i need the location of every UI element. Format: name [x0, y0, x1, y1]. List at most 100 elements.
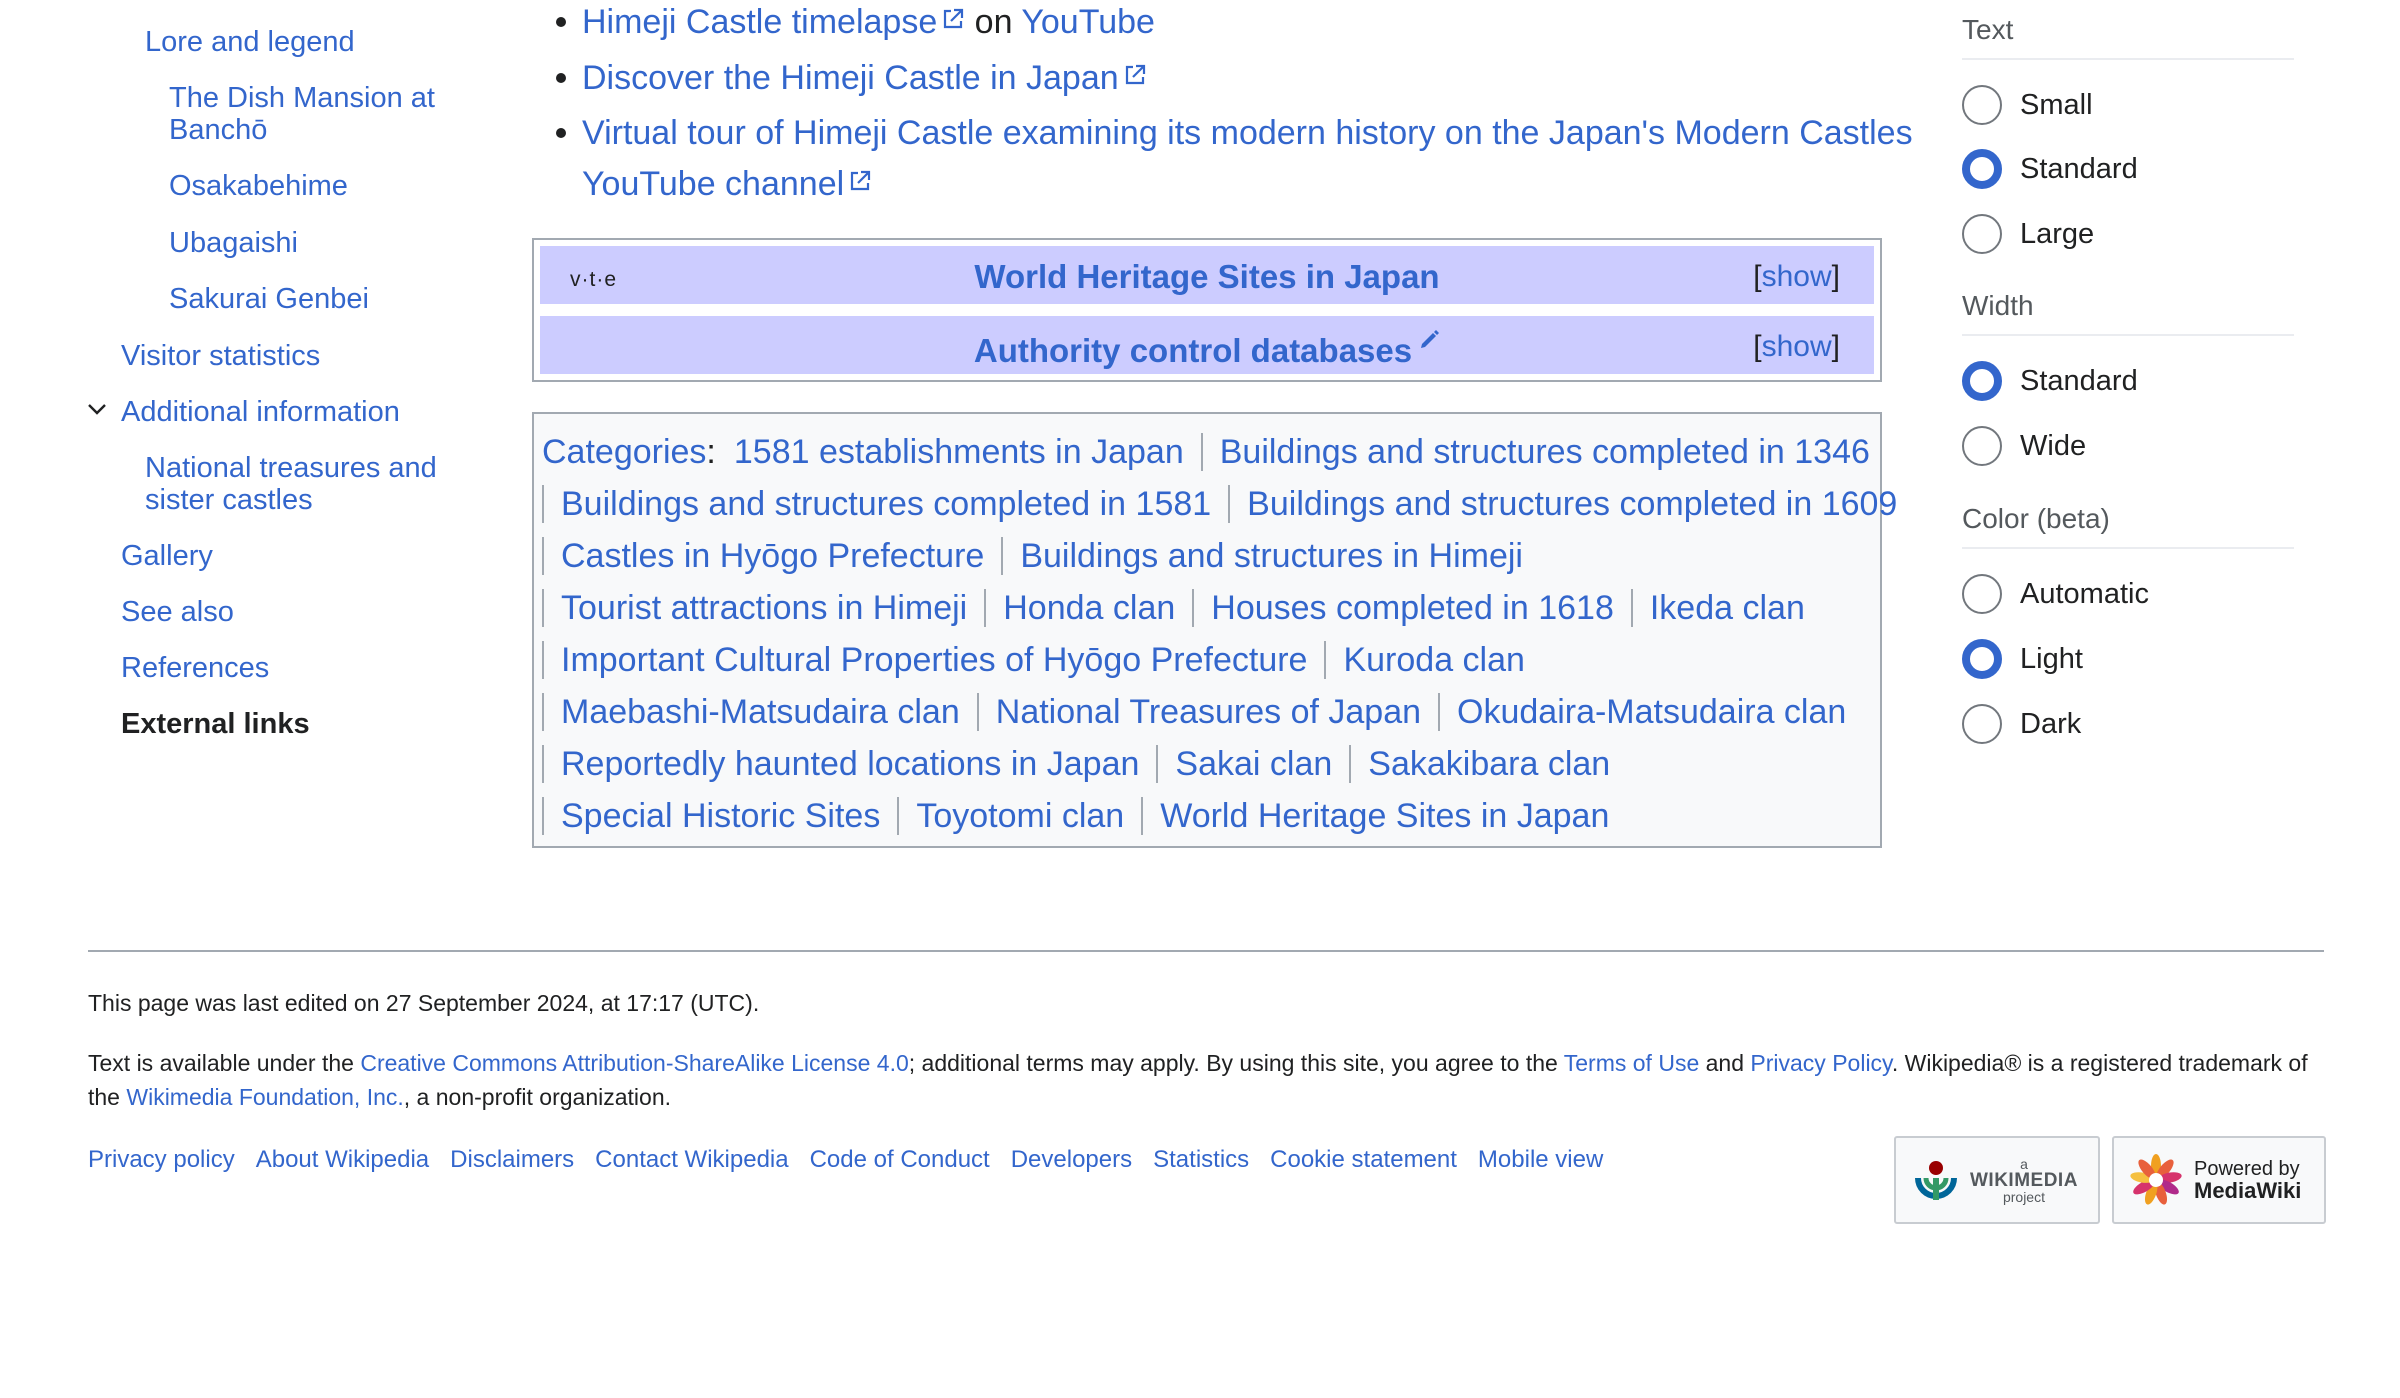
toc-item-references[interactable]: References — [121, 652, 269, 685]
footer-link-contact[interactable]: Contact Wikipedia — [595, 1146, 788, 1173]
toc-item-dish-mansion[interactable]: The Dish Mansion at Banchō — [169, 82, 435, 146]
radio-text-standard[interactable]: Standard — [1962, 149, 2138, 189]
radio-button[interactable] — [1962, 574, 2002, 614]
footer-link-developers[interactable]: Developers — [1011, 1146, 1132, 1173]
category-line: Buildings and structures completed in 15… — [542, 476, 1914, 528]
radio-width-wide[interactable]: Wide — [1962, 426, 2086, 466]
category-link[interactable]: Sakai clan — [1156, 745, 1349, 784]
category-link[interactable]: Buildings and structures in Himeji — [1001, 537, 1540, 576]
powered-by-mediawiki-badge[interactable]: Powered by MediaWiki — [2112, 1136, 2326, 1224]
navbox-title-world-heritage[interactable]: World Heritage Sites in Japan — [540, 258, 1874, 296]
category-link[interactable]: Maebashi-Matsudaira clan — [542, 693, 977, 732]
footer-link-code-of-conduct[interactable]: Code of Conduct — [810, 1146, 990, 1173]
category-link[interactable]: Reportedly haunted locations in Japan — [542, 745, 1156, 784]
bullet — [556, 73, 566, 83]
radio-button[interactable] — [1962, 704, 2002, 744]
radio-color-automatic[interactable]: Automatic — [1962, 574, 2149, 614]
toc-item-osakabehime[interactable]: Osakabehime — [169, 170, 348, 203]
toc-item-national-treasures[interactable]: National treasures and sister castles — [145, 452, 437, 516]
radio-text-small[interactable]: Small — [1962, 85, 2093, 125]
radio-button[interactable] — [1962, 361, 2002, 401]
privacy-policy-link[interactable]: Privacy Policy — [1750, 1050, 1891, 1076]
radio-button[interactable] — [1962, 85, 2002, 125]
youtube-link[interactable]: YouTube — [1021, 3, 1155, 41]
radio-label: Small — [2020, 88, 2093, 121]
radio-label: Light — [2020, 642, 2083, 675]
external-link-icon — [1125, 64, 1145, 85]
category-link[interactable]: Tourist attractions in Himeji — [542, 589, 984, 628]
category-link[interactable]: Special Historic Sites — [542, 797, 897, 836]
radio-button[interactable] — [1962, 426, 2002, 466]
toc-item-additional-information[interactable]: Additional information — [121, 396, 400, 429]
radio-label: Dark — [2020, 707, 2082, 740]
category-link[interactable]: Ikeda clan — [1630, 589, 1822, 628]
radio-label: Standard — [2020, 152, 2138, 185]
radio-button[interactable] — [1962, 639, 2002, 679]
category-link[interactable]: World Heritage Sites in Japan — [1141, 797, 1626, 836]
category-link[interactable]: Honda clan — [984, 589, 1192, 628]
navbox: v·t·e World Heritage Sites in Japan [sho… — [532, 238, 1882, 382]
external-link-himeji-timelapse[interactable]: Himeji Castle timelapse — [582, 3, 937, 41]
radio-button[interactable] — [1962, 214, 2002, 254]
category-link[interactable]: Buildings and structures completed in 16… — [1228, 485, 1914, 524]
toc-item-gallery[interactable]: Gallery — [121, 540, 213, 573]
navbox-world-heritage: v·t·e World Heritage Sites in Japan [sho… — [540, 246, 1874, 304]
wikimedia-project-badge[interactable]: a WIKIMEDIA project — [1894, 1136, 2100, 1224]
navbox-authority-control: Authority control databases [show] — [540, 316, 1874, 374]
radio-label: Automatic — [2020, 577, 2149, 610]
wikimedia-badge-text: a WIKIMEDIA project — [1970, 1155, 2078, 1205]
radio-label: Wide — [2020, 429, 2087, 462]
category-link[interactable]: Toyotomi clan — [897, 797, 1141, 836]
toc-item-sakurai-genbei[interactable]: Sakurai Genbei — [169, 283, 369, 316]
radio-button[interactable] — [1962, 149, 2002, 189]
category-link[interactable]: Buildings and structures completed in 13… — [1200, 433, 1887, 472]
terms-of-use-link[interactable]: Terms of Use — [1564, 1050, 1699, 1076]
category-link[interactable]: National Treasures of Japan — [976, 693, 1438, 732]
footer-link-cookie-statement[interactable]: Cookie statement — [1270, 1146, 1457, 1173]
footer-link-about[interactable]: About Wikipedia — [256, 1146, 429, 1173]
radio-width-standard[interactable]: Standard — [1962, 361, 2138, 401]
color-heading: Color (beta) — [1962, 503, 2294, 549]
navbox-title-authority-control[interactable]: Authority control databases — [540, 328, 1874, 370]
cc-license-link[interactable]: Creative Commons Attribution-ShareAlike … — [360, 1050, 908, 1076]
toc-item-ubagaishi[interactable]: Ubagaishi — [169, 227, 298, 260]
category-link[interactable]: Houses completed in 1618 — [1192, 589, 1631, 628]
last-edited-text: This page was last edited on 27 Septembe… — [88, 990, 760, 1016]
category-link[interactable]: Buildings and structures completed in 15… — [542, 485, 1228, 524]
category-link[interactable]: Castles in Hyōgo Prefecture — [542, 537, 1001, 576]
toc-item-see-also[interactable]: See also — [121, 596, 234, 629]
external-link-discover-himeji[interactable]: Discover the Himeji Castle in Japan — [582, 59, 1119, 97]
category-link[interactable]: Okudaira-Matsudaira clan — [1438, 693, 1863, 732]
footer-link-disclaimers[interactable]: Disclaimers — [450, 1146, 574, 1173]
categories-label: Categories: — [542, 433, 716, 472]
navbox-show-toggle[interactable]: [show] — [1753, 260, 1840, 294]
toc-item-lore-and-legend[interactable]: Lore and legend — [145, 26, 355, 59]
toc-item-external-links[interactable]: External links — [121, 708, 310, 741]
external-link-virtual-tour-line1[interactable]: Virtual tour of Himeji Castle examining … — [582, 114, 1913, 152]
category-link[interactable]: Kuroda clan — [1324, 641, 1541, 680]
navbox-show-toggle[interactable]: [show] — [1753, 330, 1840, 364]
radio-text-large[interactable]: Large — [1962, 214, 2094, 254]
footer-divider — [88, 950, 2324, 952]
footer-link-statistics[interactable]: Statistics — [1153, 1146, 1249, 1173]
category-line: Tourist attractions in Himeji Honda clan H… — [542, 580, 1822, 632]
chevron-down-icon[interactable] — [86, 398, 108, 420]
radio-color-dark[interactable]: Dark — [1962, 704, 2081, 744]
radio-label: Large — [2020, 217, 2095, 250]
toc-item-visitor-statistics[interactable]: Visitor statistics — [121, 340, 320, 373]
category-line: Special Historic Sites Toyotomi clan World… — [542, 788, 1626, 840]
external-link-virtual-tour-line2[interactable]: YouTube channel — [582, 165, 844, 203]
category-link[interactable]: Sakakibara clan — [1349, 745, 1627, 784]
footer-links: Privacy policy About Wikipedia Disclaimers… — [88, 1146, 1624, 1174]
category-link[interactable]: Important Cultural Properties of Hyōgo P… — [542, 641, 1324, 680]
category-line: Categories: 1581 establishments in Japan B… — [542, 424, 1887, 476]
footer-link-mobile-view[interactable]: Mobile view — [1478, 1146, 1603, 1173]
category-link[interactable]: 1581 establishments in Japan — [724, 433, 1201, 471]
pencil-icon[interactable] — [1418, 328, 1440, 350]
text-size-heading: Text — [1962, 14, 2294, 60]
category-line: Maebashi-Matsudaira clan National Treasur… — [542, 684, 1863, 736]
categories-link[interactable]: Categories — [542, 433, 706, 471]
footer-link-privacy-policy[interactable]: Privacy policy — [88, 1146, 235, 1173]
radio-color-light[interactable]: Light — [1962, 639, 2083, 679]
wikimedia-foundation-link[interactable]: Wikimedia Foundation, Inc. — [126, 1084, 403, 1110]
